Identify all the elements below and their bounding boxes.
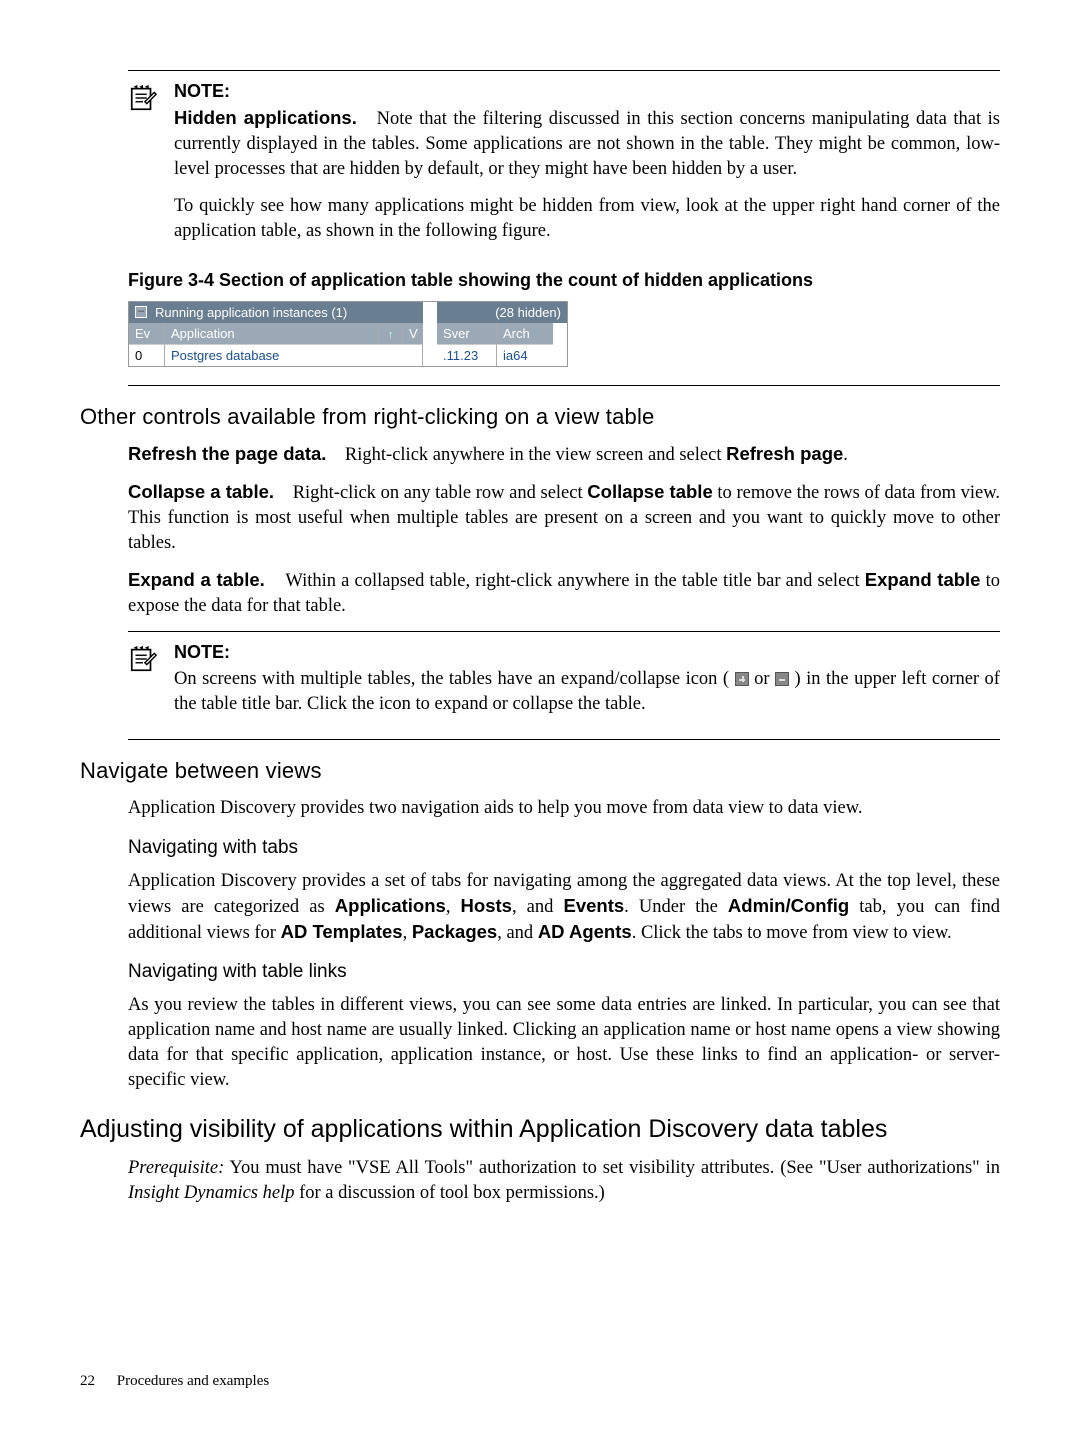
table-header-hidden-count: (28 hidden) [437,302,567,323]
table-header-left: – Running application instances (1) [129,302,423,323]
page-footer: 22 Procedures and examples [80,1373,269,1390]
cell-application-link[interactable]: Postgres database [165,344,423,366]
subheading-table-links: Navigating with table links [128,961,1000,983]
figure-caption: Figure 3-4 Section of application table … [128,270,1000,291]
cell-sver: .11.23 [437,344,497,366]
table-row: 0 Postgres database .11.23 ia64 [129,344,567,366]
note-paragraph: On screens with multiple tables, the tab… [174,667,1000,717]
collapse-table-icon [775,672,789,686]
col-header-ev: Ev [129,323,165,344]
application-table-figure: – Running application instances (1) (28 … [128,301,568,367]
horizontal-rule [128,385,1000,386]
collapse-icon[interactable]: – [135,306,147,318]
note-block-hidden-apps: NOTE: Hidden applications. Note that the… [128,81,1000,256]
heading-other-controls: Other controls available from right-clic… [80,404,1000,430]
col-header-application: Application [165,323,379,344]
horizontal-rule [128,70,1000,71]
note-icon [128,644,158,674]
heading-navigate: Navigate between views [80,758,1000,784]
navigate-intro: Application Discovery provides two navig… [128,796,1000,821]
expand-table-icon [735,672,749,686]
cell-ev: 0 [129,344,165,366]
subheading-tabs: Navigating with tabs [128,837,1000,859]
note-paragraph: To quickly see how many applications mig… [174,194,1000,244]
tabs-paragraph: Application Discovery provides a set of … [128,869,1000,946]
horizontal-rule [128,739,1000,740]
refresh-page-para: Refresh the page data. Right-click anywh… [128,442,1000,468]
expand-table-para: Expand a table. Within a collapsed table… [128,568,1000,619]
collapse-table-para: Collapse a table. Right-click on any tab… [128,480,1000,556]
chapter-title: Procedures and examples [117,1373,269,1389]
page-number: 22 [80,1373,95,1389]
note-label: NOTE: [174,81,1000,102]
note-label: NOTE: [174,642,1000,663]
col-header-sver: Sver [437,323,497,344]
table-links-paragraph: As you review the tables in different vi… [128,993,1000,1093]
heading-adjusting-visibility: Adjusting visibility of applications wit… [80,1115,1000,1144]
note-block-icons: NOTE: On screens with multiple tables, t… [128,642,1000,729]
col-header-sort[interactable]: ↑ [379,323,403,344]
prerequisite-paragraph: Prerequisite: You must have "VSE All Too… [128,1156,1000,1206]
horizontal-rule [128,631,1000,632]
col-header-v: V [403,323,423,344]
cell-arch: ia64 [497,344,553,366]
note-paragraph: Hidden applications. Note that the filte… [174,106,1000,182]
note-icon [128,83,158,113]
col-header-arch: Arch [497,323,553,344]
